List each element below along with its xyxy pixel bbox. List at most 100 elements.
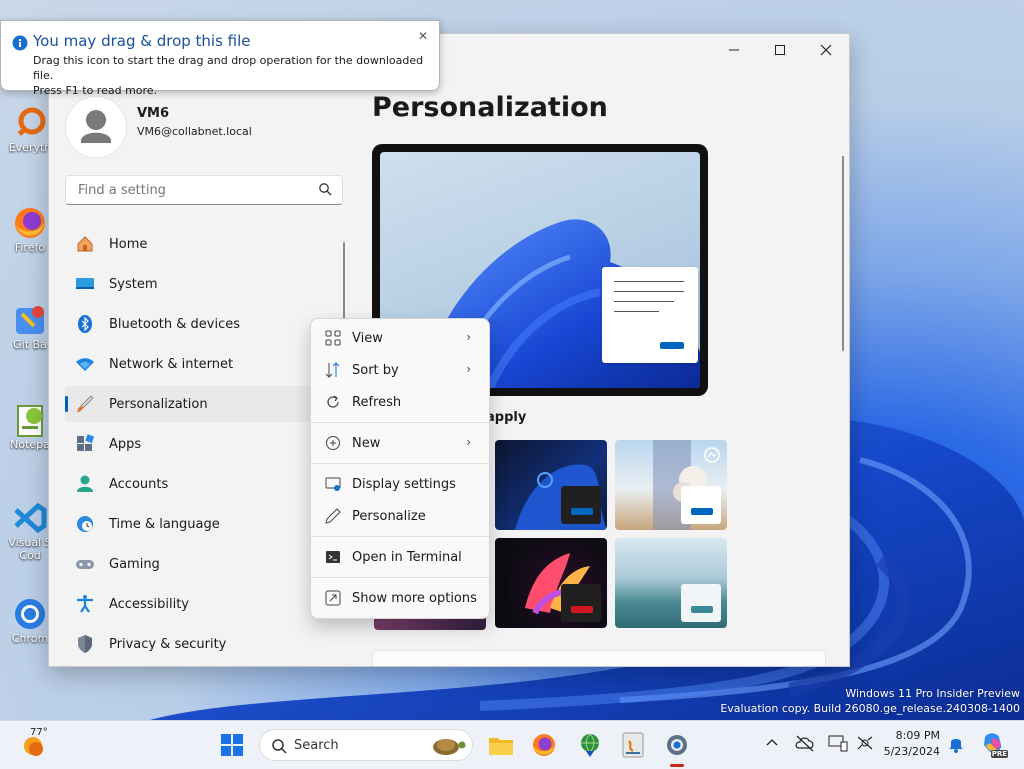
nav-item-accounts[interactable]: Accounts [65, 466, 323, 502]
menu-item-display-settings[interactable]: Display settings [315, 469, 485, 499]
display-icon [324, 475, 342, 493]
copilot-badge: PRE [990, 750, 1008, 758]
desktop-icon-firefox[interactable]: Firefo [8, 205, 52, 254]
menu-item-open-terminal[interactable]: Open in Terminal [315, 542, 485, 572]
watermark-line: Windows 11 Pro Insider Preview [845, 687, 1020, 700]
taskbar-java-app[interactable] [617, 729, 649, 761]
taskbar-file-explorer[interactable] [485, 729, 517, 761]
system-icon [75, 274, 95, 294]
taskbar-firefox[interactable] [528, 729, 560, 761]
desktop-icon-vscode[interactable]: Visual S Cod [8, 500, 52, 562]
nav-item-system[interactable]: System [65, 266, 323, 302]
desktop-icon-notepad-plus[interactable]: Notepa [8, 402, 52, 451]
preview-window-card [602, 267, 698, 363]
nav-item-personalization[interactable]: Personalization [65, 386, 323, 422]
nav-item-gaming[interactable]: Gaming [65, 546, 323, 582]
nav-item-bluetooth[interactable]: Bluetooth & devices [65, 306, 323, 342]
accessibility-tray-icon[interactable] [855, 734, 875, 756]
nav-label: Accessibility [109, 596, 189, 612]
nav-item-accessibility[interactable]: Accessibility [65, 586, 323, 622]
menu-label: Show more options [352, 590, 477, 606]
chevron-up-icon[interactable] [765, 736, 779, 754]
menu-label: Personalize [352, 508, 426, 524]
accessibility-icon [75, 594, 95, 614]
home-icon [75, 234, 95, 254]
plus-circle-icon [324, 434, 342, 452]
weather-widget[interactable]: 77° [18, 727, 68, 761]
turtle-highlight-icon [433, 739, 466, 755]
search-input[interactable] [76, 182, 310, 199]
desktop-icon-everything[interactable]: Everyth [8, 105, 52, 154]
notepad-plus-icon [12, 402, 48, 438]
taskbar-network-app[interactable] [574, 729, 606, 761]
git-bash-icon [12, 302, 48, 338]
desktop-icon-label: Chrom [11, 632, 49, 645]
copilot-icon[interactable]: PRE [980, 731, 1008, 758]
theme-thumbnail-flow[interactable] [615, 538, 727, 628]
display-settings-icon[interactable] [828, 734, 848, 756]
nav-item-time-language[interactable]: Time & language [65, 506, 323, 542]
theme-thumbnail-glow[interactable] [615, 440, 727, 530]
taskbar: 77° Search 8:09 PM 5/23/2024 PRE [0, 720, 1024, 769]
java-icon [622, 732, 644, 758]
menu-label: Sort by [352, 362, 399, 378]
theme-section-heading: apply [486, 410, 527, 425]
weather-temp: 77° [30, 727, 48, 738]
menu-separator [311, 536, 489, 537]
desktop-icon-chrome[interactable]: Chrom [8, 596, 52, 645]
content-scrollbar[interactable] [842, 156, 844, 351]
folder-icon [489, 738, 513, 755]
desktop-icon-git-bash[interactable]: Git Ba [8, 302, 52, 351]
theme-thumbnail-dark-bloom[interactable] [495, 440, 607, 530]
close-icon[interactable]: ✕ [418, 29, 428, 43]
maximize-icon [775, 45, 785, 55]
system-clock[interactable]: 8:09 PM 5/23/2024 [880, 728, 940, 760]
close-button[interactable] [803, 34, 849, 66]
globe-download-icon [581, 733, 599, 757]
gear-icon [667, 735, 687, 755]
notification-bell-icon[interactable] [948, 735, 964, 757]
menu-label: New [352, 435, 381, 451]
cloud-offline-icon[interactable] [795, 734, 815, 756]
search-icon[interactable] [318, 182, 332, 200]
chevron-right-icon: › [466, 362, 471, 376]
nav-item-home[interactable]: Home [65, 226, 323, 262]
menu-item-view[interactable]: View › [315, 323, 485, 353]
chevron-right-icon: › [466, 330, 471, 344]
taskbar-settings[interactable] [661, 729, 693, 767]
menu-separator [311, 422, 489, 423]
terminal-icon [324, 548, 342, 566]
avatar[interactable] [65, 96, 127, 158]
menu-item-sort-by[interactable]: Sort by › [315, 355, 485, 385]
nav-label: Accounts [109, 476, 169, 492]
desktop-icon-label: Notepa [10, 438, 50, 451]
taskbar-search[interactable]: Search [259, 729, 473, 761]
desktop-context-menu: View › Sort by › Refresh New › Display s… [310, 318, 490, 619]
tooltip-line: Drag this icon to start the drag and dro… [33, 54, 424, 82]
minimize-button[interactable] [711, 34, 757, 66]
maximize-button[interactable] [757, 34, 803, 66]
menu-item-new[interactable]: New › [315, 428, 485, 458]
menu-item-show-more-options[interactable]: Show more options [315, 583, 485, 613]
close-icon [820, 44, 832, 56]
theme-thumbnail-captured-motion[interactable] [495, 538, 607, 628]
nav-label: Home [109, 236, 148, 252]
nav-item-privacy[interactable]: Privacy & security [65, 626, 323, 662]
nav-item-network[interactable]: Network & internet [65, 346, 323, 382]
settings-card[interactable] [372, 650, 826, 666]
watermark-line: Evaluation copy. Build 26080.ge_release.… [720, 702, 1020, 715]
menu-label: Display settings [352, 476, 456, 492]
desktop-icon-label: Visual S [8, 536, 52, 549]
nav-label: Network & internet [109, 356, 234, 372]
menu-item-personalize[interactable]: Personalize [315, 501, 485, 531]
bluetooth-icon [75, 314, 95, 334]
nav-item-apps[interactable]: Apps [65, 426, 323, 462]
menu-item-refresh[interactable]: Refresh [315, 387, 485, 417]
firefox-icon [533, 734, 555, 756]
find-setting-search[interactable] [65, 175, 343, 205]
start-button[interactable] [216, 729, 248, 761]
tooltip-body: Drag this icon to start the drag and dro… [33, 53, 439, 98]
shield-icon [75, 634, 95, 654]
firefox-icon [12, 205, 48, 241]
chevron-right-icon: › [466, 435, 471, 449]
